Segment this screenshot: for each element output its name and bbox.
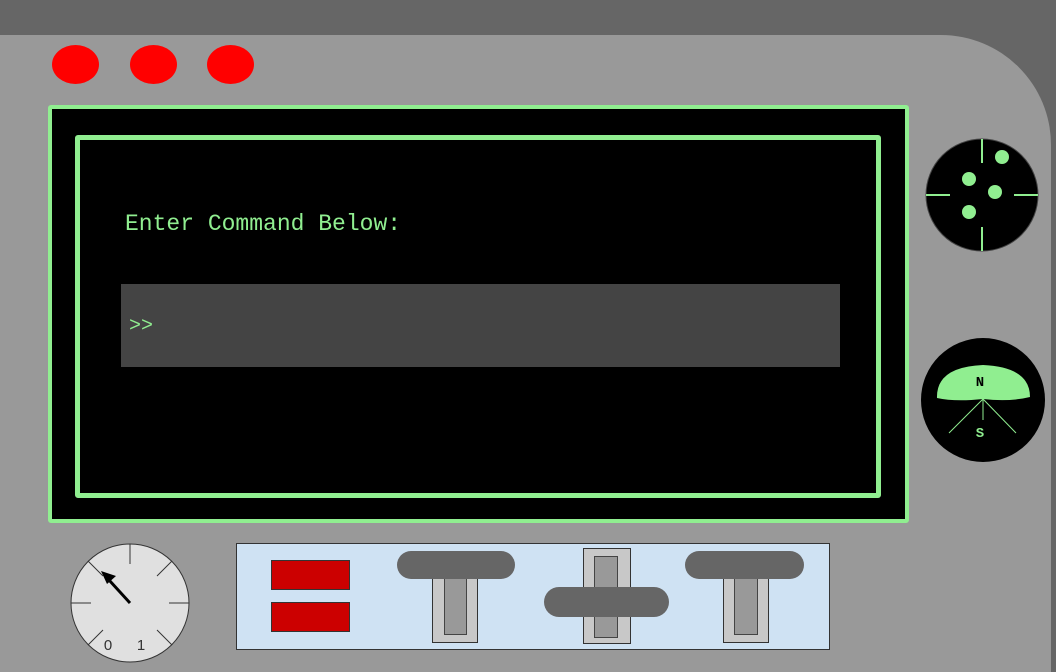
radar-blip xyxy=(988,185,1002,199)
lever-2-handle[interactable] xyxy=(544,587,669,617)
command-field[interactable]: >> xyxy=(121,284,840,369)
compass-north-label: N xyxy=(976,375,984,391)
lever-panel xyxy=(236,543,830,650)
radar-blip xyxy=(962,172,976,186)
command-input[interactable] xyxy=(163,284,837,369)
lever-3-handle[interactable] xyxy=(685,551,804,579)
lever-3-slot xyxy=(734,571,758,635)
indicator-light-2 xyxy=(130,45,177,84)
indicator-light-3 xyxy=(207,45,254,84)
dial-label-1: 1 xyxy=(137,637,145,654)
radar-blip xyxy=(995,150,1009,164)
lever-1-slot xyxy=(444,571,467,635)
indicator-light-1 xyxy=(52,45,99,84)
compass-south-label: S xyxy=(976,426,984,442)
radar-blip xyxy=(962,205,976,219)
red-switch-top[interactable] xyxy=(271,560,350,590)
compass-icon: N S xyxy=(921,338,1045,462)
prompt-label: Enter Command Below: xyxy=(125,211,402,237)
red-switch-bottom[interactable] xyxy=(271,602,350,632)
prompt-chevrons: >> xyxy=(129,315,154,338)
dial-gauge: 0 1 xyxy=(70,543,190,663)
radar-icon xyxy=(925,138,1039,252)
lever-1-handle[interactable] xyxy=(397,551,515,579)
dial-label-0: 0 xyxy=(104,637,112,654)
